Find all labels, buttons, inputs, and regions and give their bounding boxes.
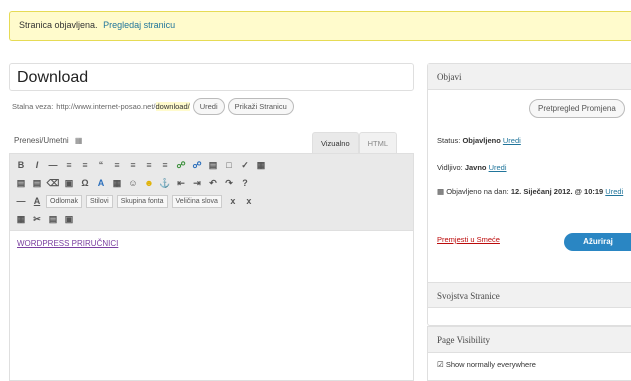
published-date: 12. Siječanj 2012. @ 10:19 [510,187,604,196]
more-tag-icon[interactable]: ▤ [206,158,220,172]
font-size-select[interactable]: Veličina slova [171,194,222,208]
smiley-icon[interactable]: ☻ [142,176,156,190]
visibility-edit-link[interactable]: Uredi [489,163,507,172]
checkbox-icon[interactable]: ☑ [437,360,444,369]
text-color-icon[interactable]: A [94,176,108,190]
copy-icon[interactable]: ▣ [62,212,76,226]
update-button[interactable]: Ažuriraj [564,233,631,251]
kitchen-sink-icon[interactable]: ▦ [254,158,268,172]
calendar-icon: ▦ [437,187,445,196]
editor-tabs: Vizualno HTML [312,132,398,154]
underline-icon[interactable]: A [30,194,44,208]
outdent-icon[interactable]: ⇤ [174,176,188,190]
permalink-base-url: http://www.internet-posao.net/ [56,101,156,111]
status-value: Objavljeno [462,136,501,145]
published-label: Objavljeno na dan: [446,187,509,196]
move-to-trash-link[interactable]: Premjesti u Smeće [437,235,500,244]
permalink-slug[interactable]: download/ [155,101,190,111]
align-center-icon[interactable]: ≡ [126,158,140,172]
style-select[interactable]: Stilovi [86,194,113,208]
paste-icon[interactable]: ▤ [46,212,60,226]
content-link[interactable]: WORDPRESS PRIRUČNICI [17,239,118,248]
align-justify-icon[interactable]: ≡ [158,158,172,172]
insert-table-icon[interactable]: ▦ [14,212,28,226]
tab-visual[interactable]: Vizualno [312,132,359,154]
bullet-list-icon[interactable]: ≡ [62,158,76,172]
table-icon[interactable]: ▦ [110,176,124,190]
view-page-link[interactable]: Pregledaj stranicu [103,20,175,30]
numbered-list-icon[interactable]: ≡ [78,158,92,172]
page-visibility-heading[interactable]: Page Visibility [428,327,631,353]
cut-icon[interactable]: ✂ [30,212,44,226]
spellcheck-icon[interactable]: ✓ [238,158,252,172]
visibility-label: Vidljivo: [437,163,463,172]
unlink-icon[interactable]: ☍ [190,158,204,172]
emoticon-icon[interactable]: ☺ [126,176,140,190]
page-visibility-option-label: Show normally everywhere [445,360,536,369]
font-family-select[interactable]: Skupina fonta [116,194,168,208]
edit-permalink-button[interactable]: Uredi [192,97,225,115]
subscript-icon[interactable]: x [226,194,240,208]
align-left-icon[interactable]: ≡ [110,158,124,172]
status-label: Status: [437,136,461,145]
bold-icon[interactable]: B [14,158,28,172]
published-line: ▦ Objavljeno na dan: 12. Siječanj 2012. … [437,186,627,198]
anchor-icon[interactable]: ⚓ [158,176,172,190]
horizontal-rule-icon[interactable]: — [14,194,28,208]
media-icon[interactable]: ▣ [62,176,76,190]
post-title-input[interactable]: Download [9,63,414,91]
preview-changes-button[interactable]: Pretpregled Promjena [529,99,625,118]
italic-icon[interactable]: I [30,158,44,172]
add-media-icon[interactable]: ▦ [75,136,83,145]
notice-text: Stranica objavljena. [19,20,98,30]
published-edit-link[interactable]: Uredi [605,187,623,196]
format-select[interactable]: Odlomak [46,194,83,208]
visibility-value: Javno [464,163,487,172]
paste-text-icon[interactable]: ▤ [14,176,28,190]
undo-icon[interactable]: ↶ [206,176,220,190]
indent-icon[interactable]: ⇥ [190,176,204,190]
superscript-icon[interactable]: x [242,194,256,208]
page-visibility-box: Page Visibility ☑ Show normally everywhe… [427,326,631,381]
status-edit-link[interactable]: Uredi [503,136,521,145]
permalink-label: Stalna veza: [12,101,54,111]
special-char-icon[interactable]: Ω [78,176,92,190]
editor-content[interactable]: WORDPRESS PRIRUČNICI [10,231,413,256]
blockquote-icon[interactable]: “ [94,158,108,172]
permalink-row: Stalna veza: http://www.internet-posao.n… [12,96,294,116]
fullscreen-icon[interactable]: □ [222,158,236,172]
upload-insert-label: Prenesi/Umetni [14,136,69,145]
view-page-button[interactable]: Prikaži Stranicu [227,97,294,115]
editor-toolbar: B I — ≡ ≡ “ ≡ ≡ ≡ ≡ ☍ ☍ ▤ □ ✓ ▦ ▤ ▤ ⌫ ▣ … [10,154,413,231]
content-editor: B I — ≡ ≡ “ ≡ ≡ ≡ ≡ ☍ ☍ ▤ □ ✓ ▦ ▤ ▤ ⌫ ▣ … [9,153,414,381]
help-icon[interactable]: ? [238,176,252,190]
tab-html[interactable]: HTML [358,132,398,154]
publish-heading: Objavi [428,64,631,90]
paste-word-icon[interactable]: ▤ [30,176,44,190]
insert-link-icon[interactable]: ☍ [174,158,188,172]
visibility-line: Vidljivo: Javno Uredi [437,163,507,172]
redo-icon[interactable]: ↷ [222,176,236,190]
page-attributes-heading[interactable]: Svojstva Stranice [427,282,631,308]
align-right-icon[interactable]: ≡ [142,158,156,172]
status-line: Status: Objavljeno Uredi [437,136,521,145]
page-visibility-option[interactable]: ☑ Show normally everywhere [428,353,631,376]
update-notice: Stranica objavljena. Pregledaj stranicu [9,11,631,41]
upload-insert[interactable]: Prenesi/Umetni ▦ [14,136,82,145]
strikethrough-icon[interactable]: — [46,158,60,172]
remove-format-icon[interactable]: ⌫ [46,176,60,190]
